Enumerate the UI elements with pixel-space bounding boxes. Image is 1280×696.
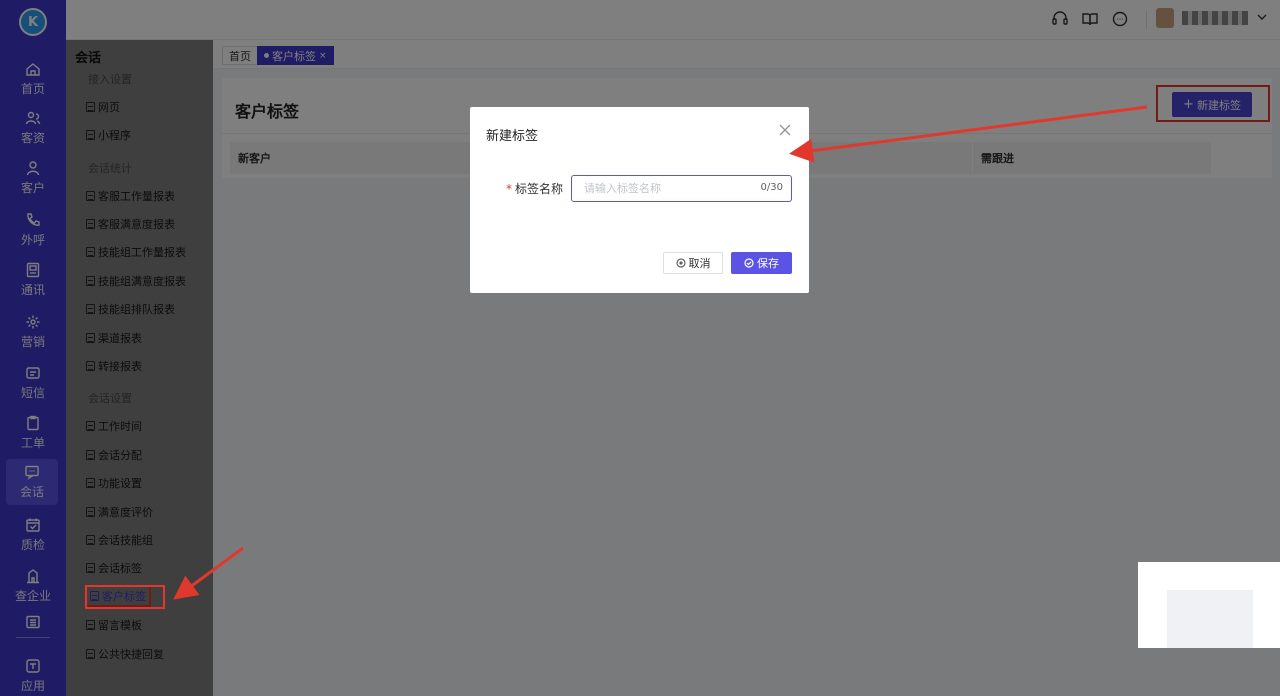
annotation-box-sidebar (85, 585, 165, 609)
tag-name-label: * 标签名称 (506, 182, 564, 196)
tag-name-input[interactable] (572, 176, 742, 201)
dialog-title: 新建标签 (486, 129, 539, 144)
cancel-icon (675, 258, 686, 268)
modal-overlay[interactable] (0, 0, 1280, 696)
required-asterisk: * (506, 182, 512, 196)
save-button[interactable]: 保存 (731, 252, 792, 274)
cancel-button[interactable]: 取消 (663, 252, 723, 274)
close-icon[interactable] (779, 124, 791, 136)
floating-panel-inner (1167, 590, 1253, 648)
char-counter: 0/30 (760, 182, 783, 193)
check-circle-icon (744, 258, 754, 268)
tag-name-field[interactable]: 0/30 (571, 175, 792, 202)
new-tag-dialog: 新建标签 *标签名称 0/30 取消 保存 (470, 107, 809, 293)
